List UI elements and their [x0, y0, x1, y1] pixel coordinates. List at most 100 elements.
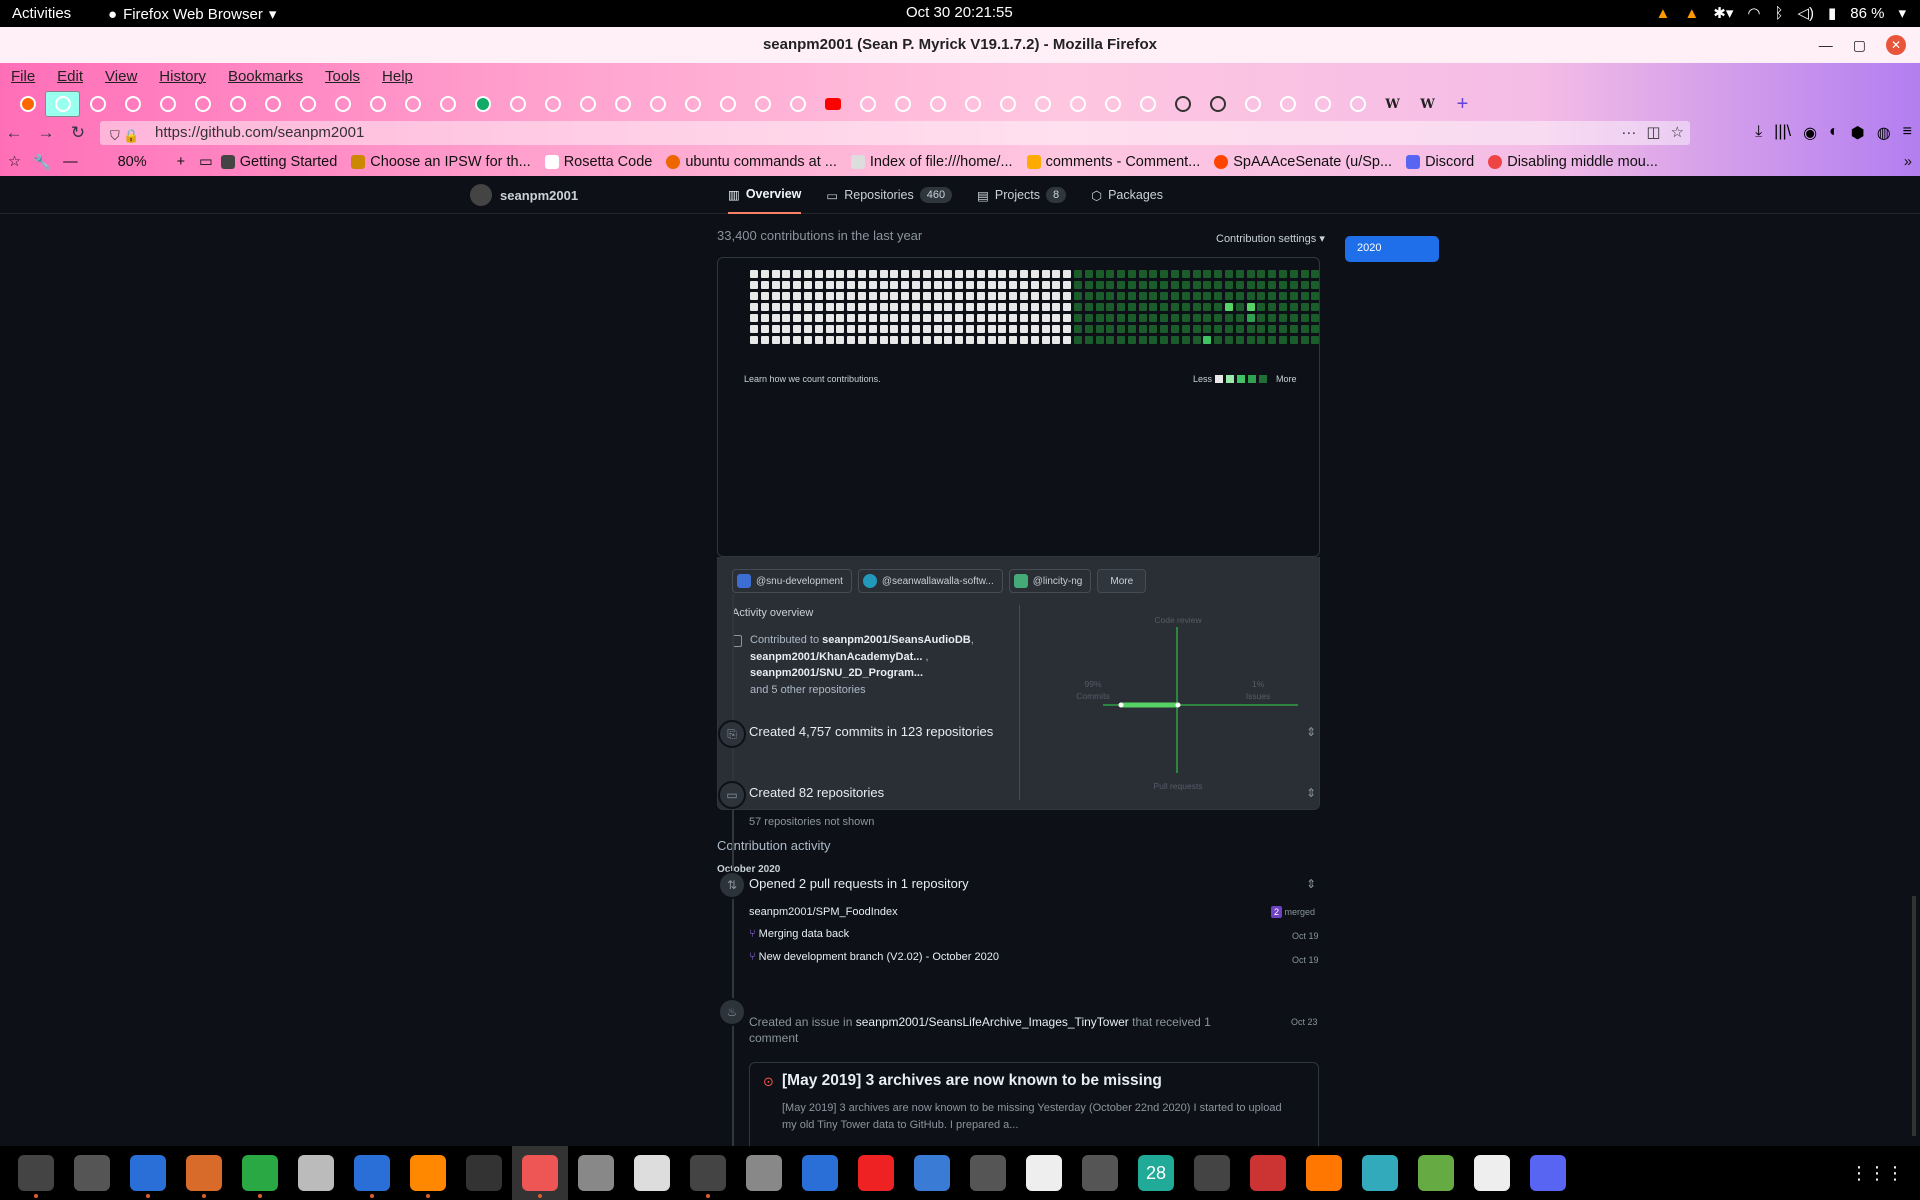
star-icon[interactable]: ☆	[8, 154, 21, 170]
browser-tab[interactable]	[1305, 91, 1340, 117]
calendar-day[interactable]	[1149, 325, 1158, 333]
calendar-day[interactable]	[1289, 281, 1298, 289]
calendar-day[interactable]	[1311, 336, 1320, 344]
wrench-icon[interactable]: 🔧	[33, 154, 51, 171]
calendar-day[interactable]	[1246, 314, 1255, 322]
pocket-icon[interactable]: ◫	[1646, 121, 1660, 145]
calendar-day[interactable]	[868, 303, 877, 311]
calendar-day[interactable]	[998, 336, 1007, 344]
repo-link[interactable]: seanpm2001/SNU_2D_Program...	[750, 667, 923, 679]
back-icon[interactable]: ←	[2, 123, 26, 143]
calendar-day[interactable]	[1289, 292, 1298, 300]
repo-link[interactable]: seanpm2001/KhanAcademyDat...	[750, 651, 922, 663]
calendar-day[interactable]	[998, 270, 1007, 278]
calendar-day[interactable]	[955, 292, 964, 300]
calendar-day[interactable]	[1117, 292, 1126, 300]
calendar-day[interactable]	[1246, 281, 1255, 289]
calendar-day[interactable]	[1279, 303, 1288, 311]
calendar-day[interactable]	[771, 314, 780, 322]
calendar-day[interactable]	[1084, 336, 1093, 344]
calendar-day[interactable]	[922, 270, 931, 278]
calendar-day[interactable]	[1192, 314, 1201, 322]
calendar-day[interactable]	[857, 336, 866, 344]
calendar-day[interactable]	[890, 336, 899, 344]
calendar-day[interactable]	[1019, 270, 1028, 278]
calendar-day[interactable]	[965, 292, 974, 300]
calendar-day[interactable]	[1117, 303, 1126, 311]
calendar-day[interactable]	[760, 336, 769, 344]
calendar-day[interactable]	[955, 314, 964, 322]
calendar-day[interactable]	[1106, 336, 1115, 344]
dock-viewer-icon[interactable]	[624, 1146, 680, 1200]
calendar-day[interactable]	[1181, 281, 1190, 289]
calendar-day[interactable]	[1192, 303, 1201, 311]
calendar-day[interactable]	[814, 336, 823, 344]
calendar-day[interactable]	[1009, 325, 1018, 333]
calendar-day[interactable]	[1106, 281, 1115, 289]
calendar-day[interactable]	[1203, 270, 1212, 278]
browser-tab[interactable]	[920, 91, 955, 117]
dock-speaker-icon[interactable]	[1352, 1146, 1408, 1200]
calendar-day[interactable]	[1095, 303, 1104, 311]
browser-tab[interactable]	[815, 91, 850, 117]
browser-tab[interactable]	[290, 91, 325, 117]
calendar-day[interactable]	[1149, 292, 1158, 300]
calendar-day[interactable]	[1030, 281, 1039, 289]
forward-icon[interactable]: →	[34, 123, 58, 143]
calendar-day[interactable]	[976, 292, 985, 300]
calendar-day[interactable]	[793, 336, 802, 344]
calendar-day[interactable]	[1009, 314, 1018, 322]
app-menu[interactable]: ● Firefox Web Browser ▾	[108, 5, 276, 24]
expand-icon[interactable]: ⇕	[1306, 725, 1316, 739]
calendar-day[interactable]	[879, 270, 888, 278]
calendar-day[interactable]	[922, 325, 931, 333]
calendar-day[interactable]	[1041, 325, 1050, 333]
tab-projects[interactable]: ▤ Projects 8	[977, 176, 1067, 214]
calendar-day[interactable]	[868, 325, 877, 333]
calendar-day[interactable]	[760, 325, 769, 333]
calendar-day[interactable]	[771, 336, 780, 344]
calendar-day[interactable]	[847, 325, 856, 333]
dock-search-icon[interactable]	[568, 1146, 624, 1200]
bookmark-item[interactable]: Rosetta Code	[544, 154, 652, 170]
calendar-day[interactable]	[1127, 314, 1136, 322]
calendar-day[interactable]	[1300, 325, 1309, 333]
calendar-day[interactable]	[1311, 281, 1320, 289]
calendar-day[interactable]	[1041, 281, 1050, 289]
browser-tab[interactable]	[1165, 91, 1200, 117]
calendar-day[interactable]	[1063, 281, 1072, 289]
dock-terminal-icon[interactable]	[456, 1146, 512, 1200]
browser-tab[interactable]	[10, 91, 45, 117]
browser-tab[interactable]	[850, 91, 885, 117]
calendar-day[interactable]	[1095, 281, 1104, 289]
dock-text-editor-icon[interactable]	[344, 1146, 400, 1200]
calendar-day[interactable]	[965, 270, 974, 278]
calendar-day[interactable]	[793, 325, 802, 333]
dock-discord-icon[interactable]	[1520, 1146, 1576, 1200]
calendar-day[interactable]	[1063, 270, 1072, 278]
browser-tab[interactable]	[955, 91, 990, 117]
dock-tasks-icon[interactable]	[904, 1146, 960, 1200]
calendar-day[interactable]	[1106, 325, 1115, 333]
browser-tab[interactable]	[1270, 91, 1305, 117]
pr-item[interactable]: ⑂ Merging data back	[749, 928, 849, 940]
browser-tab[interactable]	[990, 91, 1025, 117]
calendar-day[interactable]	[825, 314, 834, 322]
calendar-day[interactable]	[1160, 270, 1169, 278]
calendar-day[interactable]	[1171, 336, 1180, 344]
bookmark-item[interactable]: comments - Comment...	[1026, 154, 1200, 170]
calendar-day[interactable]	[793, 303, 802, 311]
calendar-day[interactable]	[987, 336, 996, 344]
calendar-day[interactable]	[890, 314, 899, 322]
calendar-day[interactable]	[782, 303, 791, 311]
calendar-day[interactable]	[1030, 303, 1039, 311]
calendar-day[interactable]	[1106, 314, 1115, 322]
calendar-day[interactable]	[750, 292, 758, 300]
calendar-day[interactable]	[1052, 314, 1061, 322]
repos-summary[interactable]: Created 82 repositories	[749, 785, 884, 800]
org-snu-development[interactable]: @snu-development	[732, 569, 852, 593]
calendar-day[interactable]	[965, 336, 974, 344]
calendar-day[interactable]	[825, 336, 834, 344]
calendar-day[interactable]	[1063, 314, 1072, 322]
tab-packages[interactable]: ⬡ Packages	[1091, 176, 1163, 214]
